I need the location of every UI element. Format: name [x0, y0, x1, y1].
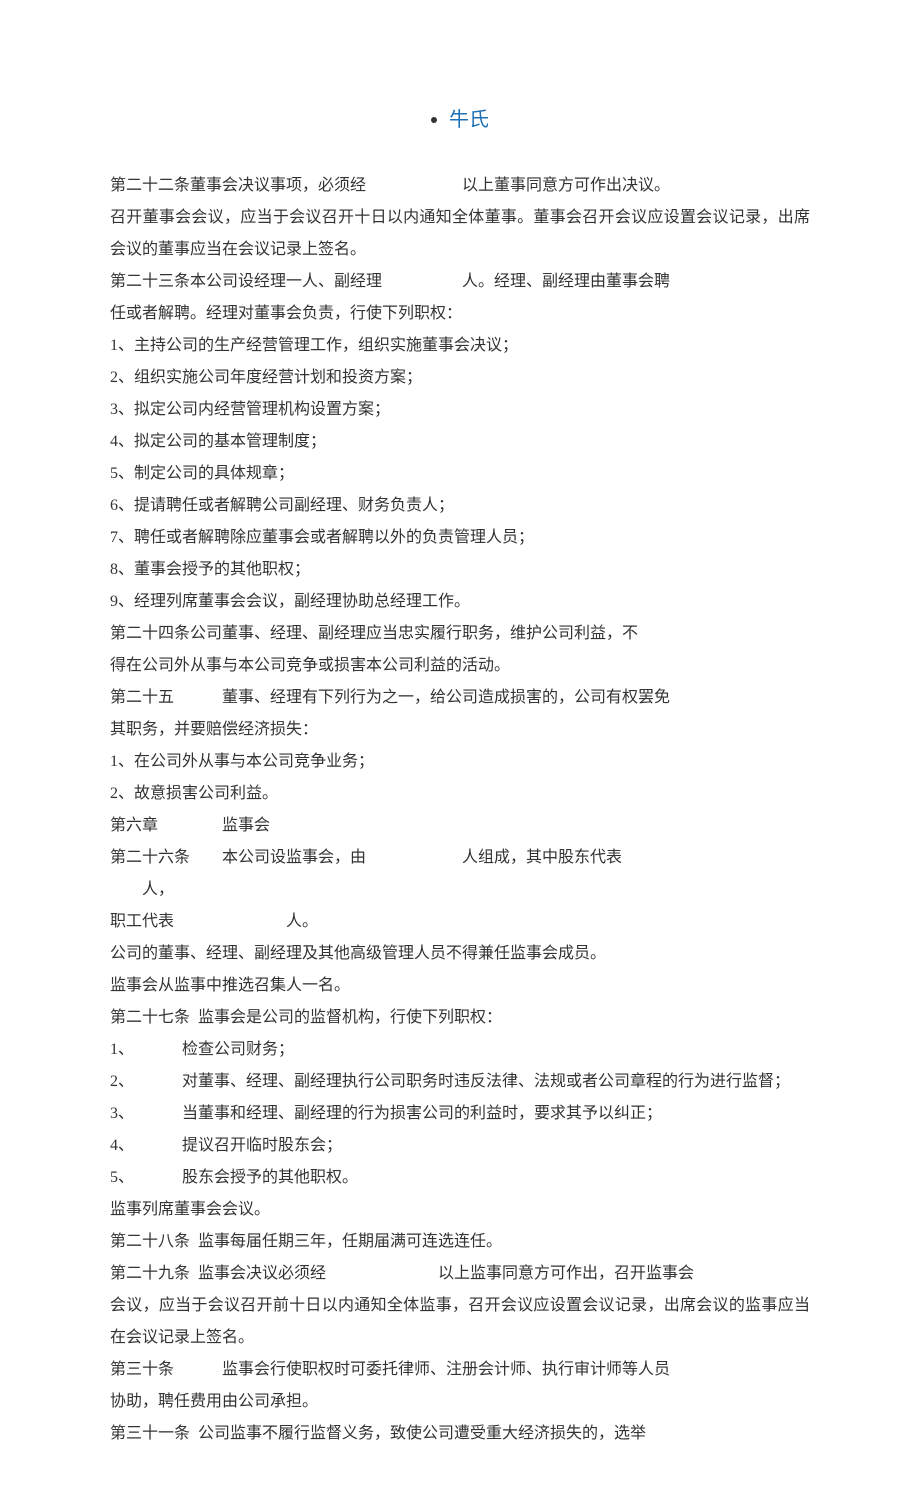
article-23: 第二十三条本公司设经理一人、副经理 人。经理、副经理由董事会聘: [110, 266, 810, 298]
article-num: 第二十九条: [110, 1258, 198, 1290]
list-item: 4、拟定公司的基本管理制度；: [110, 426, 810, 458]
article-30: 第三十条监事会行使职权时可委托律师、注册会计师、执行审计师等人员: [110, 1354, 810, 1386]
paragraph: 监事列席董事会会议。: [110, 1194, 810, 1226]
list-item: 8、董事会授予的其他职权；: [110, 554, 810, 586]
list-item: 1、主持公司的生产经营管理工作，组织实施董事会决议；: [110, 330, 810, 362]
list-item: 3、拟定公司内经营管理机构设置方案；: [110, 394, 810, 426]
list-item: 2、组织实施公司年度经营计划和投资方案；: [110, 362, 810, 394]
paragraph: 监事会从监事中推选召集人一名。: [110, 970, 810, 1002]
article-text: 本公司设监事会，由 人组成，其中股东代表: [222, 849, 622, 866]
article-26: 第二十六条本公司设监事会，由 人组成，其中股东代表: [110, 842, 810, 874]
chapter-6: 第六章 监事会: [110, 810, 810, 842]
article-text: 公司监事不履行监督义务，致使公司遭受重大经济损失的，选举: [198, 1425, 646, 1442]
list-item: 2、对董事、经理、副经理执行公司职务时违反法律、法规或者公司章程的行为进行监督；: [110, 1066, 810, 1098]
article-24-cont: 得在公司外从事与本公司竞争或损害本公司利益的活动。: [110, 650, 810, 682]
article-text: 监事每届任期三年，任期届满可连选连任。: [198, 1233, 502, 1250]
list-item: 9、经理列席董事会会议，副经理协助总经理工作。: [110, 586, 810, 618]
article-text: 监事会行使职权时可委托律师、注册会计师、执行审计师等人员: [222, 1361, 670, 1378]
article-31: 第三十一条公司监事不履行监督义务，致使公司遭受重大经济损失的，选举: [110, 1418, 810, 1450]
document-header: 牛氏: [110, 100, 810, 140]
article-num: 第三十一条: [110, 1418, 198, 1450]
brand-name: 牛氏: [449, 100, 489, 140]
article-num: 第二十六条: [110, 842, 222, 874]
article-26-cont2: 职工代表 人。: [110, 906, 810, 938]
document-body: 第二十二条董事会决议事项，必须经 以上董事同意方可作出决议。 召开董事会会议，应…: [110, 170, 810, 1450]
article-29-cont: 会议，应当于会议召开前十日以内通知全体监事，召开会议应设置会议记录，出席会议的监…: [110, 1290, 810, 1354]
list-item: 7、聘任或者解聘除应董事会或者解聘以外的负责管理人员；: [110, 522, 810, 554]
article-num: 第二十八条: [110, 1226, 198, 1258]
article-30-cont: 协助，聘任费用由公司承担。: [110, 1386, 810, 1418]
list-text: 当董事和经理、副经理的行为损害公司的利益时，要求其予以纠正；: [182, 1105, 662, 1122]
list-item: 1、检查公司财务；: [110, 1034, 810, 1066]
list-item: 1、在公司外从事与本公司竞争业务；: [110, 746, 810, 778]
list-num: 2、: [110, 1066, 182, 1098]
list-item: 6、提请聘任或者解聘公司副经理、财务负责人；: [110, 490, 810, 522]
list-text: 检查公司财务；: [182, 1041, 294, 1058]
list-text: 对董事、经理、副经理执行公司职务时违反法律、法规或者公司章程的行为进行监督；: [182, 1073, 790, 1090]
article-22: 第二十二条董事会决议事项，必须经 以上董事同意方可作出决议。: [110, 170, 810, 202]
article-num: 第二十七条: [110, 1002, 198, 1034]
bullet-icon: [431, 117, 437, 123]
article-text: 监事会是公司的监督机构，行使下列职权：: [198, 1009, 502, 1026]
document-page: 牛氏 第二十二条董事会决议事项，必须经 以上董事同意方可作出决议。 召开董事会会…: [0, 0, 920, 1510]
list-num: 1、: [110, 1034, 182, 1066]
list-item: 5、制定公司的具体规章；: [110, 458, 810, 490]
article-text: 监事会决议必须经 以上监事同意方可作出，召开监事会: [198, 1265, 694, 1282]
article-28: 第二十八条监事每届任期三年，任期届满可连选连任。: [110, 1226, 810, 1258]
list-text: 提议召开临时股东会；: [182, 1137, 342, 1154]
article-27: 第二十七条监事会是公司的监督机构，行使下列职权：: [110, 1002, 810, 1034]
article-25-cont: 其职务，并要赔偿经济损失：: [110, 714, 810, 746]
list-num: 4、: [110, 1130, 182, 1162]
list-item: 4、提议召开临时股东会；: [110, 1130, 810, 1162]
list-item: 3、当董事和经理、副经理的行为损害公司的利益时，要求其予以纠正；: [110, 1098, 810, 1130]
article-24: 第二十四条公司董事、经理、副经理应当忠实履行职务，维护公司利益，不: [110, 618, 810, 650]
article-26-cont: 人，: [110, 874, 810, 906]
list-item: 2、故意损害公司利益。: [110, 778, 810, 810]
paragraph: 公司的董事、经理、副经理及其他高级管理人员不得兼任监事会成员。: [110, 938, 810, 970]
article-29: 第二十九条监事会决议必须经 以上监事同意方可作出，召开监事会: [110, 1258, 810, 1290]
article-23-cont: 任或者解聘。经理对董事会负责，行使下列职权：: [110, 298, 810, 330]
article-22-detail: 召开董事会会议，应当于会议召开十日以内通知全体董事。董事会召开会议应设置会议记录…: [110, 202, 810, 266]
article-25: 第二十五 董事、经理有下列行为之一，给公司造成损害的，公司有权罢免: [110, 682, 810, 714]
list-num: 5、: [110, 1162, 182, 1194]
list-text: 股东会授予的其他职权。: [182, 1169, 358, 1186]
list-item: 5、股东会授予的其他职权。: [110, 1162, 810, 1194]
article-num: 第三十条: [110, 1354, 222, 1386]
list-num: 3、: [110, 1098, 182, 1130]
